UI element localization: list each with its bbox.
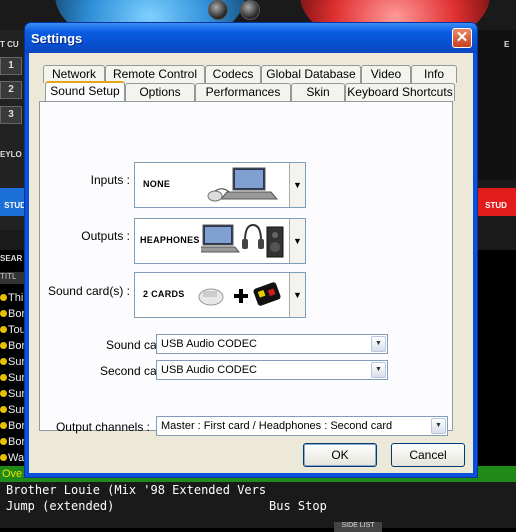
secondcard-select[interactable]: USB Audio CODEC ▼ [156,360,388,380]
keylock-label: EYLO [0,150,22,159]
gain-knob[interactable] [208,0,228,20]
sound-setup-panel: Inputs : NONE ▼ Outputs : HEAPHONES ▼ So… [39,101,453,436]
track-status-icon [0,310,7,317]
close-button[interactable]: ✕ [452,28,472,48]
tab-options[interactable]: Options [125,83,195,101]
table-row[interactable]: Brother Louie (Mix '98 Extended Vers [6,483,266,497]
soundcards-label: Sound card(s) : [47,284,130,298]
tab-keyboard-shortcuts[interactable]: Keyboard Shortcuts [345,83,455,101]
gain-knob[interactable] [240,0,260,20]
outputs-picker[interactable]: HEAPHONES ▼ [134,218,306,264]
chevron-down-icon[interactable]: ▼ [371,336,386,352]
cue-label: T CU [0,40,19,49]
right-studio-button[interactable]: STUD [476,188,516,216]
track-title: Brother Louie (Mix '98 Extended Vers [6,483,267,497]
two-soundcards-icon [198,282,281,306]
inputs-label: Inputs : [90,173,130,187]
track-title: Jump (extended) [6,499,115,513]
output-channels-value: Master : First card / Headphones : Secon… [161,420,393,432]
dialog-titlebar[interactable]: Settings ✕ [25,23,477,53]
hotcue-3-button[interactable]: 3 [0,106,22,124]
track-artist: Bus Stop [269,499,327,513]
soundcard-select[interactable]: USB Audio CODEC ▼ [156,334,388,354]
inputs-value: NONE [143,179,171,189]
output-channels-select[interactable]: Master : First card / Headphones : Secon… [156,416,448,436]
side-list-tab[interactable]: SIDE LIST [334,522,382,532]
output-channels-label: Output channels : [55,420,150,434]
soundcards-picker[interactable]: 2 CARDS ▼ [134,272,306,318]
track-status-icon [0,390,7,397]
track-status-icon [0,374,7,381]
track-status-icon [0,326,7,333]
search-label: SEAR [0,254,23,263]
outputs-value: HEAPHONES [140,235,200,245]
dialog-title: Settings [31,31,83,46]
tab-info[interactable]: Info [411,65,457,83]
cancel-button[interactable]: Cancel [391,443,465,467]
settings-dialog: Settings ✕ Network Remote Control Codecs… [24,22,478,478]
soundcard-value: USB Audio CODEC [161,338,257,350]
tab-global-database[interactable]: Global Database [261,65,361,83]
hotcue-2-button[interactable]: 2 [0,81,22,99]
track-status-icon [0,422,7,429]
right-panel-label: E [504,40,510,49]
tab-skin[interactable]: Skin [291,83,345,101]
inputs-picker[interactable]: NONE ▼ [134,162,306,208]
playing-track-title: Ove [2,468,23,480]
chevron-down-icon[interactable]: ▼ [289,163,305,207]
track-status-icon [0,342,7,349]
chevron-down-icon[interactable]: ▼ [289,219,305,263]
table-row[interactable]: Jump (extended) Bus Stop [6,499,327,513]
dialog-client-area: Network Remote Control Codecs Global Dat… [29,53,473,473]
track-status-icon [0,294,7,301]
tab-sound-setup[interactable]: Sound Setup [45,81,125,101]
close-icon: ✕ [455,29,469,46]
laptop-headphones-speaker-icon [201,223,284,258]
chevron-down-icon[interactable]: ▼ [289,273,305,317]
outputs-label: Outputs : [81,229,130,243]
track-status-icon [0,454,7,461]
laptop-mouse-icon [207,167,279,202]
track-status-icon [0,438,7,445]
track-status-icon [0,406,7,413]
tab-video[interactable]: Video [361,65,411,83]
chevron-down-icon[interactable]: ▼ [431,418,446,434]
tab-performances[interactable]: Performances [195,83,291,101]
tab-codecs[interactable]: Codecs [205,65,261,83]
hotcue-1-button[interactable]: 1 [0,57,22,75]
soundcards-value: 2 CARDS [143,289,185,299]
chevron-down-icon[interactable]: ▼ [371,362,386,378]
ok-button[interactable]: OK [303,443,377,467]
right-deck-panel: E [475,30,516,180]
secondcard-value: USB Audio CODEC [161,364,257,376]
track-status-icon [0,358,7,365]
